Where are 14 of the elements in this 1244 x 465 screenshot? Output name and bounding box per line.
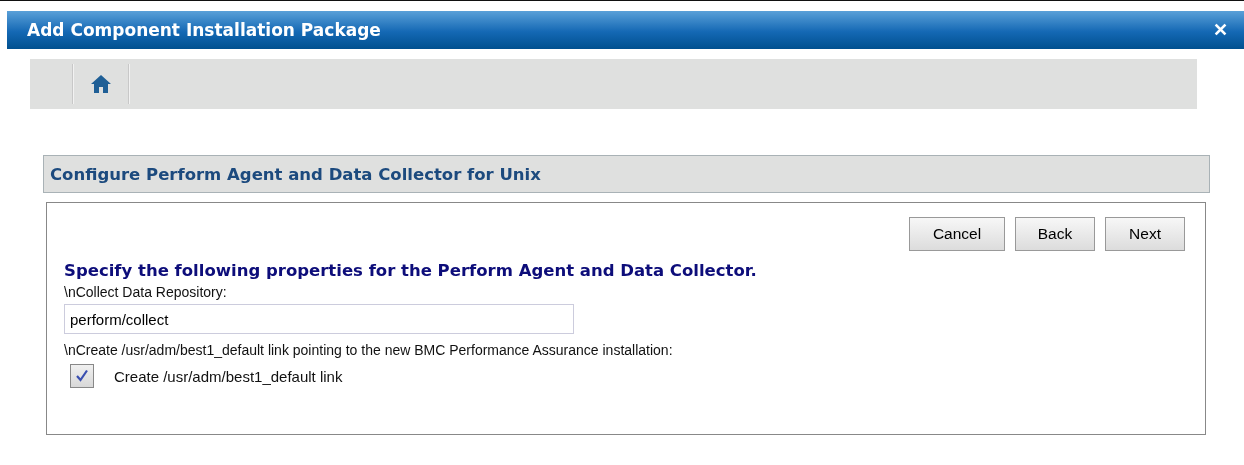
checkmark-icon (75, 369, 89, 383)
window-title: Add Component Installation Package (27, 20, 381, 40)
checkbox-label: Create /usr/adm/best1_default link (114, 367, 343, 385)
checkbox[interactable] (70, 364, 94, 388)
close-button[interactable]: ✕ (1213, 19, 1228, 41)
field-label: \nCollect Data Repository: (64, 284, 228, 300)
cancel-button[interactable]: Cancel (909, 217, 1005, 251)
home-icon[interactable] (90, 74, 112, 94)
next-button[interactable]: Next (1105, 217, 1185, 251)
field-label: \nCreate /usr/adm/best1_default link pointing to the new BMC Performance Assurance installation: (64, 342, 674, 358)
section-title: Configure Perform Agent and Data Collector for Unix (50, 164, 541, 184)
form-heading: Specify the following properties for the Perform Agent and Data Collector. (64, 261, 758, 280)
back-button[interactable]: Back (1015, 217, 1095, 251)
repository-field[interactable]: perform/collect (64, 304, 574, 334)
